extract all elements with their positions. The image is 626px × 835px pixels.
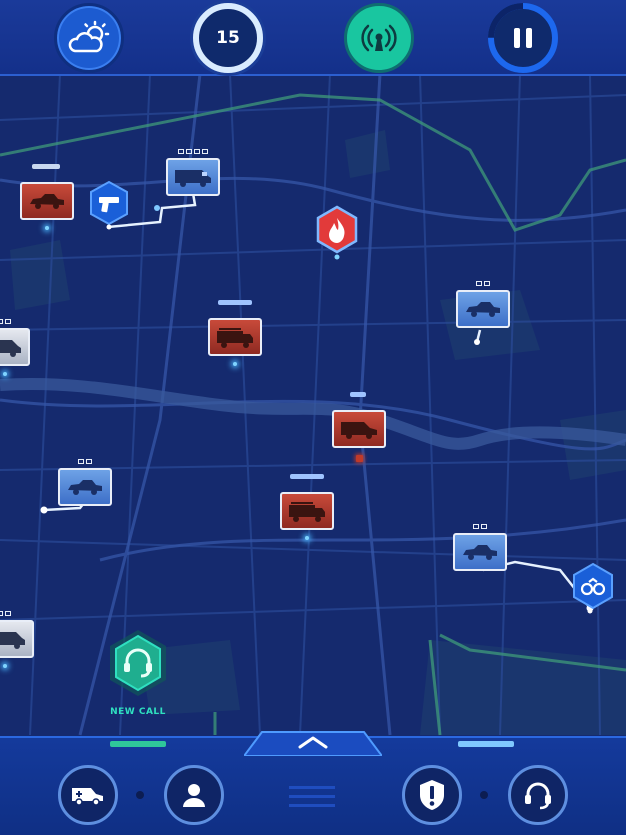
- pause-button[interactable]: [488, 3, 558, 73]
- vehicle-police-car-dispatched-left[interactable]: [58, 459, 112, 506]
- weather-button[interactable]: [54, 3, 124, 73]
- vehicle-police-van-available-bottom[interactable]: [0, 611, 34, 668]
- radio-broadcast-icon: [361, 24, 397, 52]
- vehicle-fire-truck-busy-upper[interactable]: [208, 300, 262, 366]
- nav-dot-left: [136, 791, 144, 799]
- ambulance-icon: [72, 788, 103, 806]
- person-icon: [183, 784, 205, 807]
- arrest-incident-marker[interactable]: [571, 562, 615, 618]
- vehicles-button[interactable]: [58, 765, 118, 825]
- game-screen: NEW CALL 15: [0, 0, 626, 835]
- radio-button[interactable]: [344, 3, 414, 73]
- calls-button[interactable]: [508, 765, 568, 825]
- city-map[interactable]: [0, 0, 626, 835]
- vehicle-police-van-available-left[interactable]: [0, 319, 30, 376]
- ambulance-icon: [341, 422, 377, 439]
- new-call-button[interactable]: [107, 628, 169, 698]
- nav-dot-right: [480, 791, 488, 799]
- vehicle-police-van-dispatched[interactable]: [166, 149, 220, 196]
- police-car-icon: [463, 545, 497, 560]
- partly-cloudy-icon: [68, 20, 110, 53]
- police-van-icon: [175, 170, 211, 187]
- vehicle-ambulance-busy[interactable]: [332, 392, 386, 462]
- vehicle-police-car-dispatched-lower[interactable]: [453, 524, 507, 571]
- menu-icon[interactable]: [289, 784, 335, 810]
- alert-shield-icon: [420, 780, 444, 810]
- right-tab-indicator: [458, 741, 514, 747]
- police-van-icon: [0, 340, 21, 357]
- police-van-icon: [0, 632, 25, 649]
- fire-incident-marker[interactable]: [315, 205, 359, 265]
- call-counter[interactable]: 15: [193, 3, 263, 73]
- police-car-icon: [68, 480, 102, 495]
- fire-truck-icon: [217, 328, 253, 348]
- new-call-label: NEW CALL: [110, 707, 166, 717]
- vehicle-police-car-dispatched-right[interactable]: [456, 281, 510, 328]
- vehicle-fire-truck-busy-lower[interactable]: [280, 474, 334, 540]
- alerts-button[interactable]: [402, 765, 462, 825]
- units-button[interactable]: [164, 765, 224, 825]
- police-car-icon: [466, 302, 500, 317]
- vehicle-police-car-busy[interactable]: [20, 164, 74, 230]
- call-counter-value: 15: [216, 28, 240, 48]
- fire-truck-icon: [289, 502, 325, 522]
- expand-panel-button[interactable]: [242, 730, 384, 757]
- gun-incident-marker[interactable]: [88, 180, 130, 234]
- pause-icon: [514, 28, 532, 48]
- left-tab-indicator: [110, 741, 166, 747]
- headset-icon: [525, 782, 551, 810]
- police-car-icon: [30, 194, 64, 209]
